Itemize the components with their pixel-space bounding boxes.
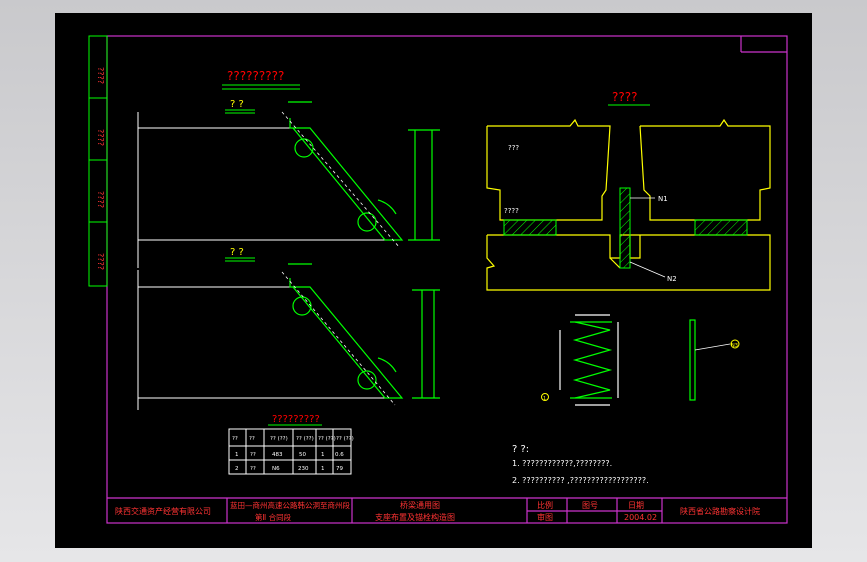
table-cell-r1c1: 1 [235,452,239,458]
side-tab-4[interactable]: ???? [96,253,105,270]
note-2: 2. ?????????? ,??????????????????. [512,476,649,485]
detail-label: ??? [508,144,519,152]
bearing-pad-left [503,219,557,236]
notes-title: ? ?: [512,444,529,455]
table-cell-r1c6: 0.6 [335,452,344,458]
title-drawing-sub: 支座布置及锚栓构造图 [375,512,455,522]
drawing-border [106,35,788,524]
title-company: 陕西交通资产经营有限公司 [115,506,211,516]
table-cell-r1c2: ?? [250,452,256,458]
table-header-3: ?? (??) [270,436,288,442]
title-date-label: 日期 [628,501,644,510]
table-cell-r2c6: 79 [336,466,343,472]
table-title: ????????? [272,414,320,425]
table-header-6: ?? (??) [336,436,354,442]
table-header-1: ?? [232,436,238,442]
title-review-label: 审图 [537,512,553,522]
table-header-5: ?? (??) [318,436,336,442]
cad-drawing: ???? ???? ???? ???? ????????? ? ? ? ? ??… [88,35,788,524]
title-designer: 陕西省公路勘察设计院 [680,506,760,516]
table-cell-r2c4: 230 [298,466,309,472]
section-a-bearing [281,101,440,249]
table-cell-r2c2: ?? [250,466,256,472]
detail-title: ???? [612,90,637,104]
side-tab-1[interactable]: ???? [96,67,105,84]
table-cell-r2c3: N6 [272,466,280,472]
table-header-4: ?? (??) [296,436,314,442]
table-header-2: ?? [249,436,255,442]
title-project: 蓝田—商州高速公路韩公洞至商州段 [230,500,350,510]
title-sheet-label: 图号 [582,501,598,510]
spring-callout: 1 [543,396,546,402]
anchor-rod [689,319,696,401]
table-cell-r2c1: 2 [235,466,239,472]
bearing-pad-right [694,219,748,236]
title-scale-label: 比例 [537,500,553,510]
rod-callout: N3 [731,343,738,349]
title-contract: 第Ⅱ 合同段 [255,512,292,522]
section-b-bearing [281,263,440,406]
side-tab-3[interactable]: ???? [96,191,105,208]
section-b-label: ? ? [230,247,244,258]
section-a-label: ? ? [230,99,244,110]
table-cell-r1c5: 1 [321,452,325,458]
section-b-beam [137,270,400,410]
table-cell-r1c3: 483 [272,452,283,458]
title-date-value: 2004.02 [624,513,657,522]
table-cell-r1c4: 50 [299,452,306,458]
note-1: 1. ????????????,????????. [512,459,612,468]
drawing-title: ????????? [227,69,284,83]
callout-n2: N2 [667,275,677,283]
table-cell-r2c5: 1 [321,466,325,472]
side-tab-2[interactable]: ???? [96,129,105,146]
anchor-spring [559,314,619,406]
callout-n1: N1 [658,195,668,203]
title-drawing-name: 桥梁通用图 [400,500,440,510]
anchor-plate [619,187,631,269]
pad-label: ???? [504,207,519,215]
